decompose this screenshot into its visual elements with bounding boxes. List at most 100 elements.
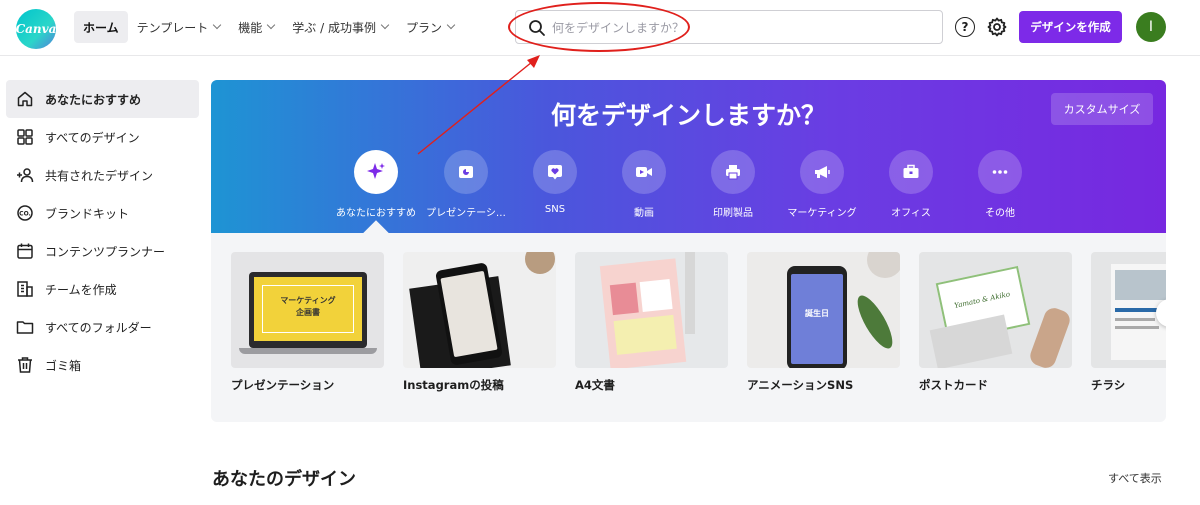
- hero-banner: 何をデザインしますか？ カスタムサイズ あなたにおすすめ プレゼンテーシ… SN…: [211, 80, 1166, 233]
- template-thumbnail: マーケティング 企画書: [231, 252, 384, 368]
- template-card-presentation[interactable]: マーケティング 企画書 プレゼンテーション: [231, 252, 384, 393]
- sidebar-item-all-designs[interactable]: すべてのデザイン: [6, 118, 199, 156]
- template-card-label: A4文書: [575, 378, 615, 392]
- chevron-down-icon: [267, 20, 276, 30]
- nav-home[interactable]: ホーム: [74, 11, 128, 43]
- sidebar-item-folders[interactable]: すべてのフォルダー: [6, 308, 199, 346]
- custom-size-button[interactable]: カスタムサイズ: [1051, 93, 1153, 125]
- sidebar-item-for-you[interactable]: あなたにおすすめ: [6, 80, 199, 118]
- sidebar-item-create-team[interactable]: チームを作成: [6, 270, 199, 308]
- search-bar[interactable]: [515, 10, 943, 44]
- nav-learn[interactable]: 学ぶ / 成功事例: [283, 11, 397, 43]
- template-card-label: Instagramの投稿: [403, 378, 504, 392]
- sidebar: あなたにおすすめ すべてのデザイン 共有されたデザイン CO. ブランドキット …: [0, 80, 205, 384]
- document-image: [599, 258, 687, 368]
- template-thumbnail: [403, 252, 556, 368]
- template-thumbnail: [1091, 252, 1166, 368]
- nav-learn-label: 学ぶ / 成功事例: [292, 20, 376, 35]
- category-icon-circle: [444, 150, 488, 194]
- sidebar-item-label: 共有されたデザイン: [45, 168, 154, 183]
- laptop-base: [239, 348, 377, 354]
- category-icon-circle: [622, 150, 666, 194]
- template-card-animation-sns[interactable]: 誕生日 アニメーションSNS: [747, 252, 900, 393]
- building-icon: [17, 281, 33, 297]
- video-icon: [636, 167, 652, 177]
- template-card-a4[interactable]: A4文書: [575, 252, 728, 393]
- template-card-label: プレゼンテーション: [231, 378, 335, 392]
- nav-plans[interactable]: プラン: [397, 11, 463, 43]
- nav-features-label: 機能: [238, 20, 263, 35]
- create-design-label: デザインを作成: [1030, 20, 1111, 34]
- hero-title: 何をデザインしますか？: [550, 101, 826, 130]
- sidebar-item-label: すべてのデザイン: [45, 130, 140, 145]
- category-icon-circle: [978, 150, 1022, 194]
- nav-templates[interactable]: テンプレート: [128, 11, 230, 43]
- chevron-down-icon: [446, 20, 456, 30]
- slide-subtitle: 企画書: [296, 308, 320, 317]
- category-office[interactable]: オフィス: [866, 150, 956, 219]
- nav-home-label: ホーム: [83, 20, 119, 35]
- sidebar-item-label: ゴミ箱: [45, 358, 82, 373]
- top-bar: Canva ホーム テンプレート 機能 学ぶ / 成功事例 プラン ? デザイン…: [0, 0, 1200, 56]
- slide-title: マーケティング: [280, 296, 336, 305]
- sparkle-icon: [367, 163, 385, 179]
- printer-icon: [726, 165, 740, 180]
- sidebar-item-brand-kit[interactable]: CO. ブランドキット: [6, 194, 199, 232]
- brand-icon: CO.: [17, 205, 33, 221]
- gear-icon[interactable]: [986, 16, 1008, 38]
- search-input[interactable]: [552, 17, 932, 39]
- category-presentation[interactable]: プレゼンテーシ…: [421, 150, 511, 219]
- search-icon: [529, 20, 545, 36]
- category-label: SNS: [544, 204, 566, 215]
- template-thumbnail: 誕生日: [747, 252, 900, 368]
- sidebar-item-label: すべてのフォルダー: [45, 320, 152, 335]
- sidebar-item-label: あなたにおすすめ: [45, 92, 142, 107]
- category-label: 印刷製品: [713, 208, 753, 219]
- custom-size-label: カスタムサイズ: [1063, 103, 1141, 116]
- template-card-label: ポストカード: [919, 378, 988, 392]
- avatar-initial: I: [1148, 19, 1154, 35]
- template-thumbnail: Yamato & Akiko: [919, 252, 1072, 368]
- more-icon: [992, 170, 1008, 174]
- see-all-link[interactable]: すべて表示: [1108, 470, 1162, 486]
- category-label: 動画: [634, 208, 654, 219]
- section-title-your-designs: あなたのデザイン: [212, 469, 356, 490]
- main-nav: ホーム テンプレート 機能 学ぶ / 成功事例 プラン: [74, 11, 463, 43]
- sidebar-item-planner[interactable]: コンテンツプランナー: [6, 232, 199, 270]
- category-label: その他: [985, 208, 1015, 219]
- create-design-button[interactable]: デザインを作成: [1019, 11, 1122, 43]
- help-icon: ?: [961, 20, 969, 34]
- thumb-text: Yamato & Akiko: [953, 290, 1011, 310]
- category-icon-circle: [800, 150, 844, 194]
- template-card-postcard[interactable]: Yamato & Akiko ポストカード: [919, 252, 1072, 393]
- category-icon-circle: [711, 150, 755, 194]
- logo-text: Canva: [15, 22, 57, 36]
- category-for-you[interactable]: あなたにおすすめ: [331, 150, 421, 219]
- category-video[interactable]: 動画: [599, 150, 689, 219]
- template-card-instagram[interactable]: Instagramの投稿: [403, 252, 556, 393]
- canva-logo[interactable]: Canva: [16, 9, 56, 49]
- slide-preview: マーケティング 企画書: [254, 277, 362, 341]
- thumb-text: 誕生日: [805, 309, 829, 318]
- briefcase-icon: [903, 164, 919, 178]
- sidebar-item-shared[interactable]: 共有されたデザイン: [6, 156, 199, 194]
- category-icon-circle: [533, 150, 577, 194]
- template-card-label: アニメーションSNS: [747, 378, 854, 392]
- category-sns[interactable]: SNS: [510, 150, 600, 215]
- nav-templates-label: テンプレート: [136, 20, 209, 35]
- category-icon-circle: [354, 150, 398, 194]
- folder-icon: [16, 321, 34, 334]
- heart-icon: [548, 165, 562, 180]
- category-print[interactable]: 印刷製品: [688, 150, 778, 219]
- sidebar-item-trash[interactable]: ゴミ箱: [6, 346, 199, 384]
- template-card-flyer[interactable]: チラシ: [1091, 252, 1166, 393]
- trash-icon: [18, 357, 32, 373]
- help-button[interactable]: ?: [955, 17, 975, 37]
- category-label: あなたにおすすめ: [336, 208, 416, 219]
- avatar[interactable]: I: [1136, 12, 1166, 42]
- category-label: マーケティング: [787, 208, 857, 219]
- nav-features[interactable]: 機能: [229, 11, 283, 43]
- sidebar-item-label: ブランドキット: [45, 206, 130, 221]
- category-marketing[interactable]: マーケティング: [777, 150, 867, 219]
- category-more[interactable]: その他: [955, 150, 1045, 219]
